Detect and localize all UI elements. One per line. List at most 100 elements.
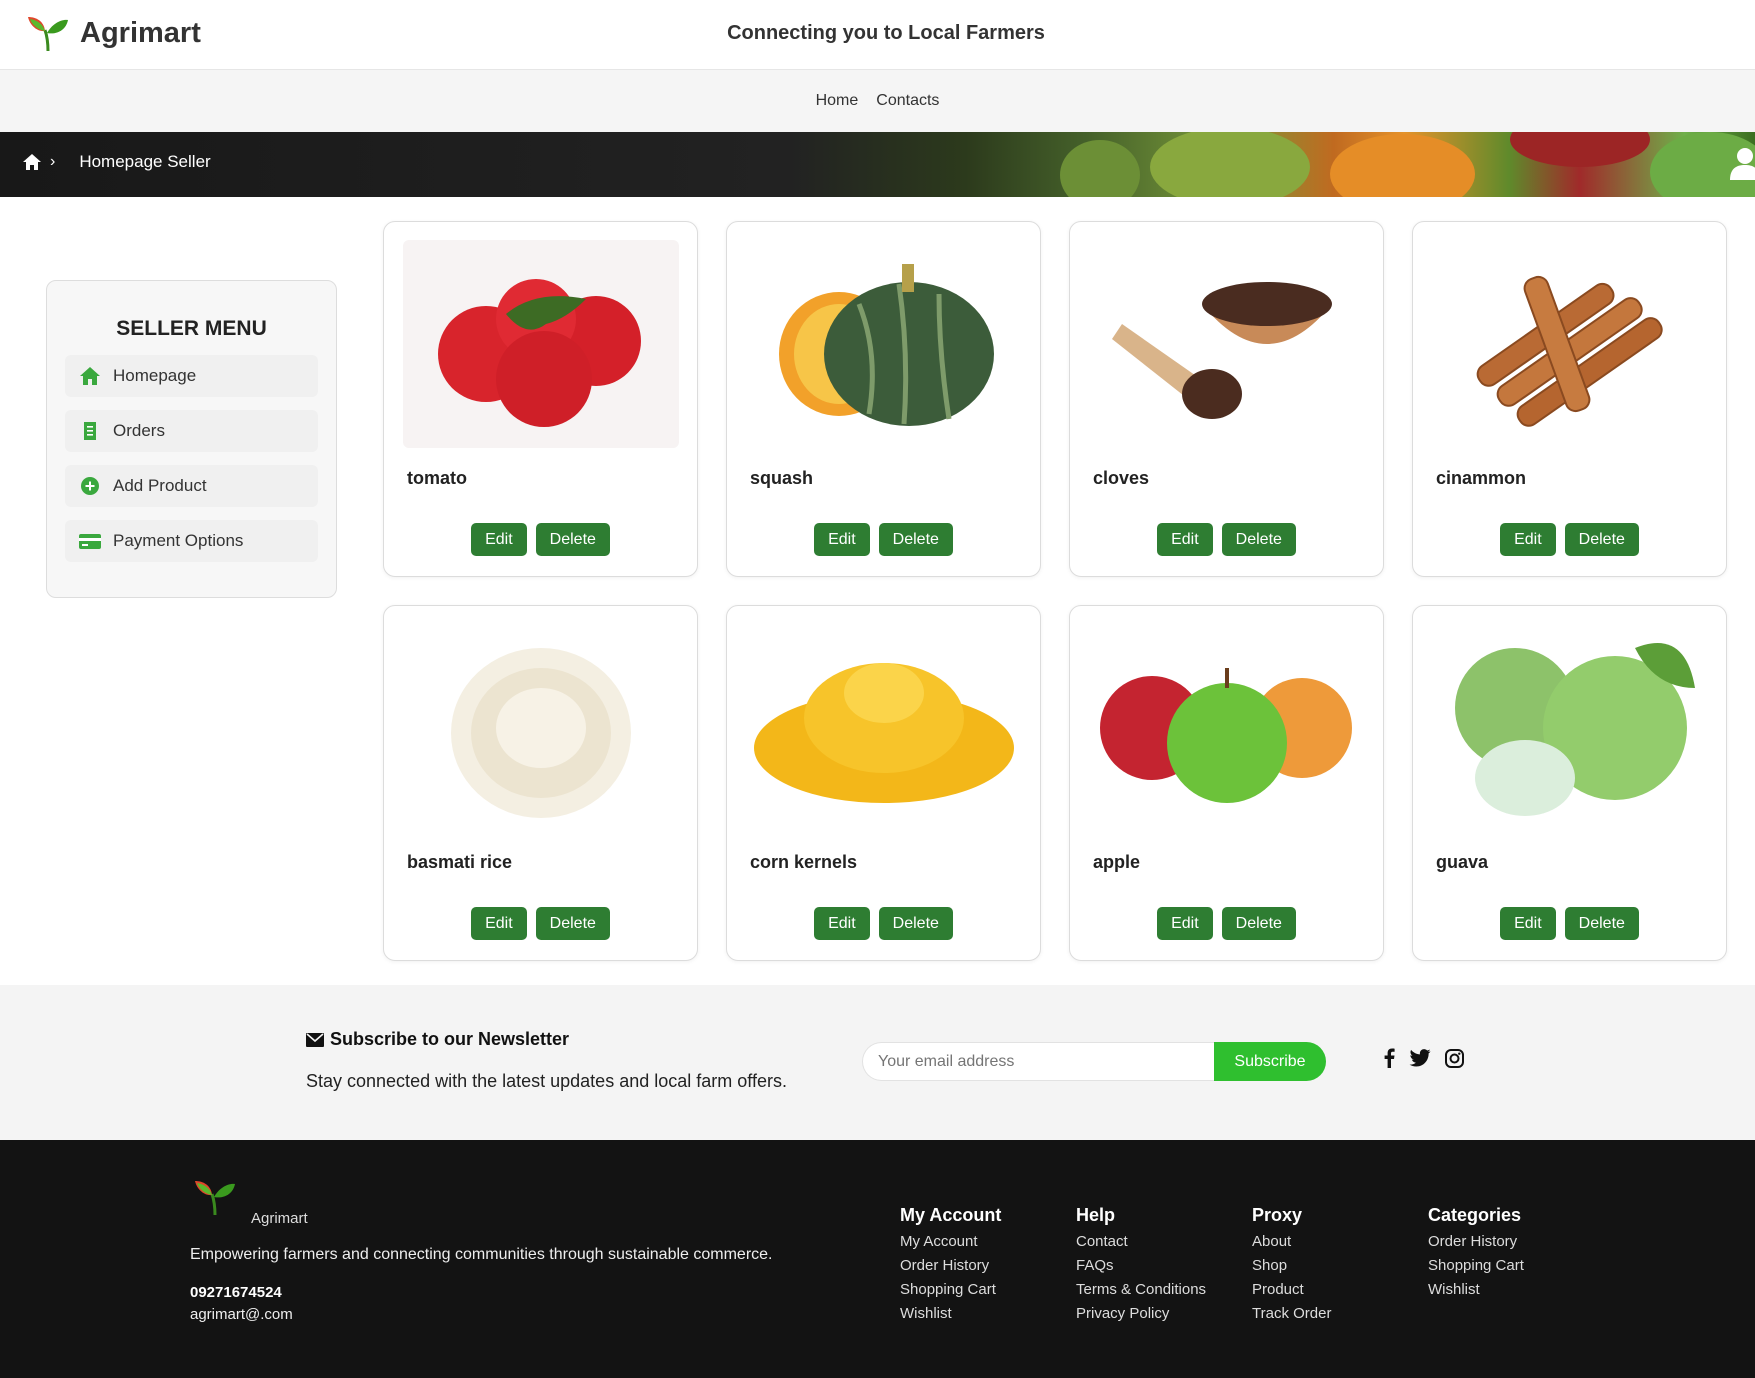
footer-link[interactable]: Product (1252, 1281, 1331, 1298)
product-name: corn kernels (750, 852, 858, 872)
footer-column-title: My Account (900, 1205, 1002, 1225)
sidebar-item-orders[interactable]: Orders (65, 410, 318, 452)
newsletter-form: Subscribe (862, 1042, 1326, 1081)
product-card: corn kernels Edit Delete (726, 605, 1041, 961)
sidebar-item-label: Homepage (113, 366, 197, 385)
twitter-icon[interactable] (1409, 1049, 1431, 1067)
footer-phone: 09271674524 (190, 1284, 282, 1301)
breadcrumb-current: Homepage Seller (79, 152, 211, 171)
product-name: apple (1093, 852, 1141, 872)
edit-button[interactable]: Edit (1500, 907, 1556, 940)
footer-link[interactable]: About (1252, 1233, 1331, 1250)
product-card: cinammon Edit Delete (1412, 221, 1727, 577)
product-name: cinammon (1436, 468, 1527, 488)
footer-link[interactable]: Contact (1076, 1233, 1206, 1250)
sidebar-item-label: Add Product (113, 476, 207, 495)
seller-menu: SELLER MENU Homepage Orders Add Product … (46, 280, 337, 598)
newsletter-section: Subscribe to our Newsletter Stay connect… (0, 985, 1755, 1140)
site-footer: Agrimart Empowering farmers and connecti… (0, 1140, 1755, 1378)
delete-button[interactable]: Delete (1564, 523, 1639, 556)
product-image-cinammon (1432, 240, 1708, 448)
credit-card-icon (79, 534, 101, 549)
main-nav: Home Contacts (0, 70, 1755, 132)
product-image-tomato (403, 240, 679, 448)
footer-link[interactable]: Shopping Cart (900, 1281, 1001, 1298)
sidebar-item-add-product[interactable]: Add Product (65, 465, 318, 507)
facebook-icon[interactable] (1383, 1048, 1395, 1068)
email-input[interactable] (862, 1042, 1214, 1081)
banner-produce-image (1060, 140, 1140, 197)
edit-button[interactable]: Edit (1157, 523, 1213, 556)
breadcrumb-banner: › Homepage Seller (0, 132, 1755, 197)
edit-button[interactable]: Edit (471, 523, 527, 556)
social-links (1383, 1048, 1464, 1068)
receipt-icon (84, 422, 96, 440)
delete-button[interactable]: Delete (535, 907, 610, 940)
product-name: basmati rice (407, 852, 513, 872)
delete-button[interactable]: Delete (878, 523, 953, 556)
edit-button[interactable]: Edit (814, 907, 870, 940)
footer-link[interactable]: FAQs (1076, 1257, 1206, 1274)
sidebar-item-homepage[interactable]: Homepage (65, 355, 318, 397)
footer-email: agrimart@.com (190, 1306, 293, 1323)
footer-column-title: Proxy (1252, 1205, 1303, 1225)
product-name: tomato (407, 468, 467, 488)
product-name: cloves (1093, 468, 1150, 488)
footer-column-my-account: My Account My Account Order History Shop… (900, 1205, 1001, 1329)
footer-link[interactable]: Terms & Conditions (1076, 1281, 1206, 1298)
footer-link[interactable]: My Account (900, 1233, 1001, 1250)
product-image-apple (1089, 624, 1365, 832)
nav-contacts-link[interactable]: Contacts (876, 92, 939, 110)
delete-button[interactable]: Delete (878, 907, 953, 940)
sprout-logo-icon (195, 1181, 235, 1216)
tagline: Connecting you to Local Farmers (727, 22, 1045, 44)
top-header: Agrimart Connecting you to Local Farmers (0, 0, 1755, 70)
footer-link[interactable]: Order History (900, 1257, 1001, 1274)
footer-column-proxy: Proxy About Shop Product Track Order (1252, 1205, 1331, 1329)
product-name: squash (750, 468, 814, 488)
newsletter-subtitle: Stay connected with the latest updates a… (306, 1071, 787, 1091)
edit-button[interactable]: Edit (471, 907, 527, 940)
delete-button[interactable]: Delete (535, 523, 610, 556)
plus-circle-icon (81, 477, 99, 495)
newsletter-title: Subscribe to our Newsletter (306, 1029, 569, 1050)
newsletter-title-text: Subscribe to our Newsletter (330, 1029, 570, 1049)
product-image-basmati-rice (403, 624, 679, 832)
footer-link[interactable]: Wishlist (900, 1305, 1001, 1322)
product-image-squash (746, 240, 1022, 448)
user-icon[interactable] (1727, 146, 1755, 180)
product-image-guava (1432, 624, 1708, 832)
breadcrumb: › Homepage Seller (22, 152, 211, 172)
envelope-icon (306, 1032, 324, 1047)
nav-home-link[interactable]: Home (816, 92, 859, 110)
footer-column-categories: Categories Order History Shopping Cart W… (1428, 1205, 1524, 1305)
edit-button[interactable]: Edit (1157, 907, 1213, 940)
product-card: cloves Edit Delete (1069, 221, 1384, 577)
product-image-corn-kernels (746, 624, 1022, 832)
product-card: basmati rice Edit Delete (383, 605, 698, 961)
sidebar-item-label: Orders (113, 421, 165, 440)
seller-menu-title: SELLER MENU (116, 317, 267, 340)
footer-link[interactable]: Shop (1252, 1257, 1331, 1274)
breadcrumb-separator: › (50, 153, 56, 170)
footer-link[interactable]: Privacy Policy (1076, 1305, 1206, 1322)
footer-link[interactable]: Order History (1428, 1233, 1524, 1250)
delete-button[interactable]: Delete (1221, 523, 1296, 556)
edit-button[interactable]: Edit (814, 523, 870, 556)
product-image-cloves (1089, 240, 1365, 448)
footer-column-title: Categories (1428, 1205, 1522, 1225)
footer-link[interactable]: Shopping Cart (1428, 1257, 1524, 1274)
product-card: squash Edit Delete (726, 221, 1041, 577)
footer-brand-name: Agrimart (251, 1210, 308, 1227)
delete-button[interactable]: Delete (1221, 907, 1296, 940)
sidebar-item-label: Payment Options (113, 531, 244, 550)
delete-button[interactable]: Delete (1564, 907, 1639, 940)
instagram-icon[interactable] (1445, 1048, 1464, 1068)
sidebar-item-payment-options[interactable]: Payment Options (65, 520, 318, 562)
subscribe-button[interactable]: Subscribe (1214, 1042, 1326, 1081)
footer-link[interactable]: Wishlist (1428, 1281, 1524, 1298)
edit-button[interactable]: Edit (1500, 523, 1556, 556)
home-icon (80, 367, 100, 385)
footer-link[interactable]: Track Order (1252, 1305, 1331, 1322)
home-icon[interactable] (22, 153, 42, 171)
